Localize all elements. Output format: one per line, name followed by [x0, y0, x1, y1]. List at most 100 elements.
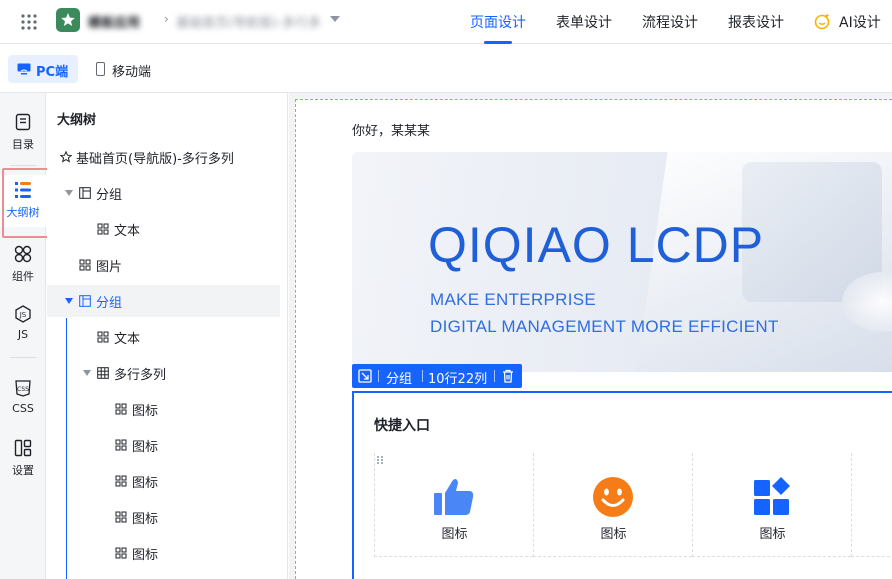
tree-row[interactable]: 图标 [47, 501, 280, 533]
toolbar-separator [494, 370, 495, 382]
quick-access-title: 快捷入口 [374, 418, 430, 434]
rail-item-components[interactable]: 组件 [0, 239, 46, 291]
design-canvas: 你好，某某某 QIQIAO LCDP MAKE ENTERPRISE DIGIT… [289, 93, 892, 579]
apps-icon [754, 477, 790, 515]
tree-row-label: 文本 [114, 332, 141, 347]
rail-item-css[interactable]: CSS CSS [0, 373, 46, 425]
rail-item-settings[interactable]: 设置 [0, 433, 46, 485]
component-icon [115, 403, 127, 415]
tree-row[interactable]: 图标 [47, 537, 280, 569]
selected-component-name: 分组 [386, 372, 413, 387]
tree-row[interactable]: 图片 [47, 249, 280, 281]
tree-row[interactable]: 文本 [47, 321, 280, 353]
ai-sparkle-icon[interactable] [813, 12, 831, 30]
toolbar-separator [378, 370, 379, 382]
pc-mode-button[interactable]: PC端 [8, 55, 78, 83]
star-icon [61, 13, 75, 26]
tree-row[interactable]: 图标 [47, 429, 280, 461]
component-icon [79, 259, 91, 271]
app-grid-icon[interactable] [20, 13, 38, 31]
rail-highlight-box [2, 168, 52, 238]
quick-entry-label: 图标 [759, 527, 786, 542]
tree-row-label: 图标 [132, 548, 159, 563]
tree-row-label: 图标 [132, 512, 159, 527]
left-rail: 目录 大纲树 组件 JS JS CSS CSS 设置 [0, 93, 46, 579]
tree-row-label: 分组 [96, 296, 123, 311]
mobile-mode-label: 移动端 [112, 65, 152, 80]
component-icon [115, 475, 127, 487]
monitor-icon [17, 63, 31, 75]
tree-row-label: 多行多列 [114, 368, 167, 383]
rail-divider [10, 165, 36, 166]
tree-selection-guide-line [66, 318, 67, 579]
rail-label-settings: 设置 [12, 464, 34, 477]
tab-form-design[interactable]: 表单设计 [556, 12, 612, 32]
top-bar: 模板应用 › 基础首页(导航版)-多行多列 页面设计 表单设计 流程设计 报表设… [0, 0, 892, 44]
app-logo[interactable] [56, 8, 80, 32]
settings-icon [14, 439, 32, 457]
component-icon [115, 547, 127, 559]
component-icon [97, 331, 109, 343]
tree-row-label: 图标 [132, 404, 159, 419]
thumbs-up-icon [434, 479, 474, 515]
quick-entry-label: 图标 [600, 527, 627, 542]
collapse-caret-icon[interactable] [83, 370, 91, 376]
rail-label-js: JS [17, 328, 29, 341]
svg-text:CSS: CSS [17, 386, 29, 393]
tab-report-design[interactable]: 报表设计 [728, 12, 784, 32]
collapse-caret-icon[interactable] [65, 190, 73, 196]
components-icon [14, 245, 32, 263]
select-parent-icon[interactable] [357, 368, 373, 384]
tree-row[interactable]: 图标 [47, 393, 280, 425]
tree-row-label: 图标 [132, 440, 159, 455]
quick-entry-item[interactable] [851, 453, 892, 557]
tree-row-label: 图片 [96, 260, 123, 275]
selection-toolbar: 分组 10行22列 [352, 364, 522, 388]
active-tab-indicator [484, 41, 512, 44]
quick-entry-item[interactable]: 图标 [533, 453, 692, 557]
banner-subtitle-line2: DIGITAL MANAGEMENT MORE EFFICIENT [430, 317, 779, 336]
greeting-text[interactable]: 你好，某某某 [352, 120, 430, 139]
rail-item-js[interactable]: JS JS [0, 299, 46, 351]
quick-entry-item[interactable]: 图标 [692, 453, 851, 557]
tab-ai-design[interactable]: AI设计 [839, 12, 881, 32]
smile-icon [593, 477, 633, 517]
component-icon [115, 439, 127, 451]
delete-icon[interactable] [500, 368, 516, 384]
tree-row[interactable]: 图标 [47, 465, 280, 497]
tree-row[interactable]: 分组 [47, 177, 280, 209]
star-outline-icon [60, 151, 72, 163]
tree-row[interactable]: 文本 [47, 213, 280, 245]
page-name[interactable]: 基础首页(导航版)-多行多列 [176, 12, 321, 28]
collapse-caret-icon[interactable] [65, 298, 73, 304]
component-icon [97, 223, 109, 235]
table-icon [97, 367, 109, 379]
tree-row-label: 基础首页(导航版)-多行多列 [76, 152, 234, 167]
selected-group-container[interactable]: 快捷入口 图标 图标 图标 [352, 391, 892, 579]
page-switch-caret-icon[interactable] [330, 16, 340, 22]
banner-subtitle-line1: MAKE ENTERPRISE [430, 290, 597, 309]
tab-flow-design[interactable]: 流程设计 [642, 12, 698, 32]
tree-row-label: 文本 [114, 224, 141, 239]
tree-row[interactable]: 多行多列 [47, 357, 280, 389]
tab-page-design[interactable]: 页面设计 [470, 12, 526, 32]
quick-entry-item[interactable]: 图标 [374, 453, 533, 557]
tree-row[interactable]: 基础首页(导航版)-多行多列 [47, 141, 280, 173]
tree-row-selected[interactable]: 分组 [47, 285, 280, 317]
pc-mode-label: PC端 [36, 65, 69, 80]
rail-item-catalog[interactable]: 目录 [0, 107, 46, 159]
outline-tree-panel: 大纲树 基础首页(导航版)-多行多列 分组 文本 图片 分组 文本 多行多列 图… [47, 93, 288, 579]
rail-label-css: CSS [12, 402, 34, 415]
page-preview[interactable]: 你好，某某某 QIQIAO LCDP MAKE ENTERPRISE DIGIT… [295, 99, 892, 579]
toolbar-separator [422, 370, 423, 382]
tree-row-label: 图标 [132, 476, 159, 491]
svg-text:JS: JS [19, 311, 27, 319]
banner-title: QIQIAO LCDP [428, 217, 765, 273]
rail-label-catalog: 目录 [12, 138, 34, 151]
component-icon [115, 511, 127, 523]
mobile-phone-icon [96, 62, 105, 76]
tree-title: 大纲树 [57, 113, 97, 128]
banner-image[interactable]: QIQIAO LCDP MAKE ENTERPRISE DIGITAL MANA… [352, 152, 892, 372]
tree-row-label: 分组 [96, 188, 123, 203]
app-name[interactable]: 模板应用 [88, 12, 158, 28]
